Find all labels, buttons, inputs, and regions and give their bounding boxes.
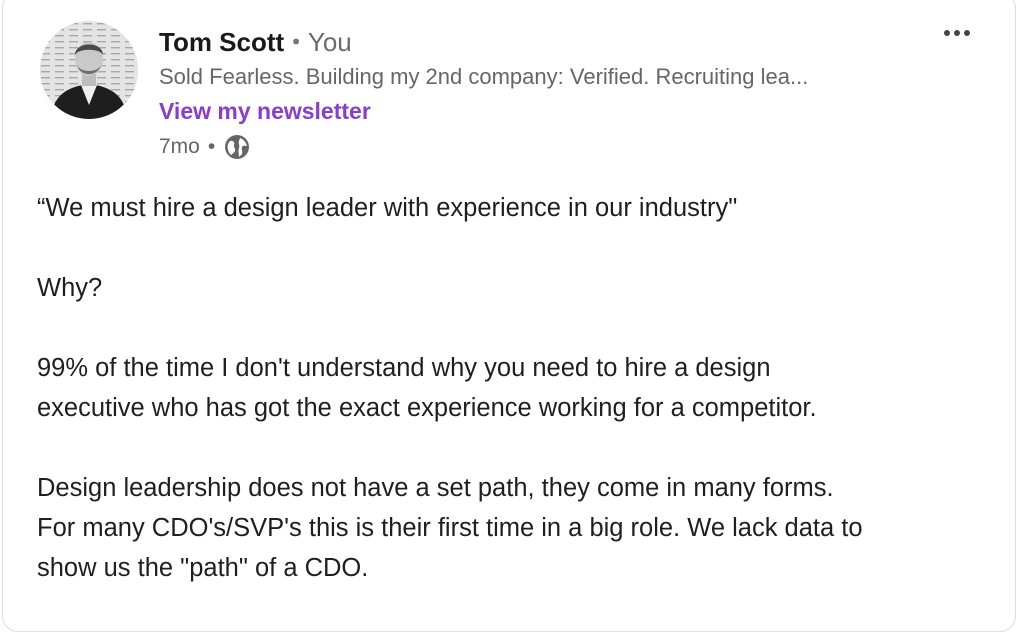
post-line: show us the "path" of a CDO. bbox=[37, 554, 369, 582]
author-name[interactable]: Tom Scott bbox=[159, 27, 284, 58]
meta-separator: • bbox=[207, 135, 216, 158]
post-text: “We must hire a design leader with exper… bbox=[37, 188, 1007, 588]
post-line: Design leadership does not have a set pa… bbox=[37, 474, 834, 502]
author-relation: You bbox=[307, 26, 352, 57]
post-line: For many CDO's/SVP's this is their first… bbox=[37, 514, 863, 542]
post-line: 99% of the time I don't understand why y… bbox=[37, 354, 771, 382]
post-line: Why? bbox=[37, 274, 103, 302]
author-avatar[interactable] bbox=[40, 21, 138, 119]
author-name-row: Tom Scott • You bbox=[159, 23, 955, 61]
post-header: Tom Scott • You Sold Fearless. Building … bbox=[159, 23, 955, 165]
newsletter-link[interactable]: View my newsletter bbox=[159, 93, 371, 129]
author-headline: Sold Fearless. Building my 2nd company: … bbox=[159, 64, 809, 89]
post-line: executive who has got the exact experien… bbox=[37, 394, 817, 422]
more-horizontal-icon bbox=[944, 30, 970, 36]
more-options-button[interactable] bbox=[939, 19, 975, 47]
name-separator: • bbox=[292, 29, 300, 54]
avatar-photo bbox=[40, 21, 138, 119]
post-card: Tom Scott • You Sold Fearless. Building … bbox=[2, 0, 1016, 632]
post-line: “We must hire a design leader with exper… bbox=[37, 194, 738, 222]
post-meta: 7mo • bbox=[159, 129, 955, 165]
post-time: 7mo bbox=[159, 135, 200, 158]
globe-icon bbox=[223, 133, 251, 161]
